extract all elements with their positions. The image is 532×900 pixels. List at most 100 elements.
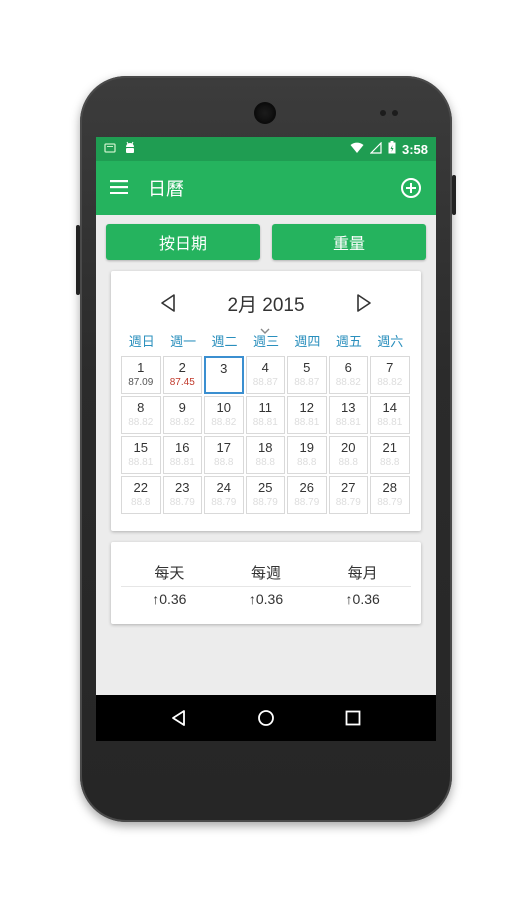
signal-icon [369, 141, 382, 157]
weekly-header: 每週 [251, 564, 282, 582]
day-weight: 88.8 [214, 457, 234, 468]
calendar-day-cell[interactable]: 18 88.8 [245, 436, 285, 474]
android-icon [124, 141, 136, 158]
calendar-day-cell[interactable]: 1 87.09 [121, 356, 161, 394]
calendar-day-cell[interactable]: 26 88.79 [287, 476, 327, 514]
calendar-day-cell[interactable]: 24 88.79 [204, 476, 244, 514]
weekday-label: 週二 [211, 335, 238, 350]
calendar-day-cell[interactable]: 2 87.45 [162, 356, 202, 394]
view-toggle: 按日期 重量 [96, 215, 436, 260]
calendar-day-cell[interactable]: 19 88.8 [287, 436, 327, 474]
monthly-value: 0.36 [352, 591, 380, 607]
notification-icon [104, 142, 116, 157]
calendar-day-cell[interactable]: 23 88.79 [162, 476, 202, 514]
day-number: 26 [299, 480, 314, 495]
day-number: 27 [341, 480, 356, 495]
daily-header: 每天 [154, 564, 185, 582]
day-number: 21 [382, 440, 397, 455]
day-weight: 88.87 [252, 377, 278, 388]
monthly-header: 每月 [347, 564, 378, 582]
day-weight: 88.8 [131, 497, 151, 508]
menu-icon[interactable] [110, 179, 128, 198]
day-weight: 88.79 [335, 497, 361, 508]
day-number: 25 [258, 480, 273, 495]
calendar-day-cell[interactable]: 20 88.8 [328, 436, 368, 474]
calendar-day-cell[interactable]: 8 88.82 [121, 396, 161, 434]
day-weight: 88.79 [294, 497, 320, 508]
day-weight: 88.79 [211, 497, 237, 508]
day-number: 18 [258, 440, 273, 455]
calendar-day-cell[interactable]: 10 88.82 [204, 396, 244, 434]
stats-headers: 每天 每週 每月 [111, 562, 421, 586]
calendar-day-cell[interactable]: 15 88.81 [121, 436, 161, 474]
status-bar: 3:58 [96, 137, 436, 161]
calendar-day-cell[interactable]: 25 88.79 [245, 476, 285, 514]
back-icon[interactable] [170, 709, 188, 727]
day-number: 2 [178, 360, 186, 375]
day-weight: 88.81 [377, 417, 403, 428]
status-time: 3:58 [401, 141, 428, 157]
day-number: 5 [303, 360, 311, 375]
day-weight: 88.82 [128, 417, 154, 428]
day-number: 10 [216, 400, 231, 415]
calendar-day-cell[interactable]: 22 88.8 [121, 476, 161, 514]
previous-month-icon[interactable] [159, 293, 177, 313]
month-label[interactable]: 2月 2015 [227, 290, 304, 317]
day-weight: 88.87 [294, 377, 320, 388]
proximity-sensor [380, 110, 386, 116]
day-weight: 87.09 [128, 377, 154, 388]
home-icon[interactable] [257, 709, 275, 727]
calendar-day-cell[interactable]: 28 88.79 [370, 476, 410, 514]
weekday-label: 週一 [170, 335, 197, 350]
calendar-day-cell[interactable]: 9 88.82 [162, 396, 202, 434]
weekday-label: 週六 [377, 335, 404, 350]
calendar-day-cell[interactable]: 16 88.81 [162, 436, 202, 474]
system-nav-bar [96, 695, 436, 741]
day-weight: 88.82 [377, 377, 403, 388]
calendar-day-cell[interactable]: 6 88.82 [328, 356, 368, 394]
day-number: 19 [299, 440, 314, 455]
calendar-day-cell[interactable]: 27 88.79 [328, 476, 368, 514]
day-number: 13 [341, 400, 356, 415]
page-title: 日曆 [148, 179, 184, 200]
calendar-day-cell[interactable]: 5 88.87 [287, 356, 327, 394]
by-date-button[interactable]: 按日期 [106, 224, 260, 260]
calendar-day-cell[interactable]: 4 88.87 [245, 356, 285, 394]
wifi-icon [350, 142, 364, 157]
day-number: 17 [216, 440, 231, 455]
calendar-day-cell[interactable]: 3 [204, 356, 244, 394]
next-month-icon[interactable] [355, 293, 373, 313]
calendar-day-cell[interactable]: 13 88.81 [328, 396, 368, 434]
day-weight: 88.8 [297, 457, 317, 468]
calendar-day-cell[interactable]: 12 88.81 [287, 396, 327, 434]
day-number: 3 [220, 361, 228, 376]
calendar-day-cell[interactable]: 14 88.81 [370, 396, 410, 434]
weight-button[interactable]: 重量 [272, 224, 426, 260]
calendar-day-cell[interactable]: 17 88.8 [204, 436, 244, 474]
day-number: 16 [175, 440, 190, 455]
calendar-day-cell[interactable]: 21 88.8 [370, 436, 410, 474]
day-weight: 87.45 [169, 377, 195, 388]
weekly-value: 0.36 [255, 591, 284, 607]
day-weight: 88.81 [294, 417, 320, 428]
monthly-change: ↑0.36 [314, 587, 411, 607]
day-weight: 88.8 [380, 457, 400, 468]
day-number: 14 [382, 400, 397, 415]
day-number: 22 [133, 480, 148, 495]
calendar-day-cell[interactable]: 11 88.81 [245, 396, 285, 434]
calendar-grid: 1 87.09 2 87.45 3 4 88.87 5 88.87 6 88.82 7 88.82 8 88… [111, 350, 421, 514]
day-weight: 88.81 [169, 457, 195, 468]
day-number: 8 [137, 400, 145, 415]
day-weight: 88.82 [211, 417, 237, 428]
month-navigator: 2月 2015 [111, 281, 421, 334]
day-weight: 88.8 [338, 457, 358, 468]
day-weight: 88.82 [169, 417, 195, 428]
chevron-down-icon[interactable] [260, 319, 270, 334]
add-circle-icon[interactable] [400, 177, 422, 199]
recents-icon[interactable] [344, 709, 362, 727]
day-number: 4 [261, 360, 269, 375]
power-button [452, 175, 456, 215]
calendar-day-cell[interactable]: 7 88.82 [370, 356, 410, 394]
battery-icon [388, 141, 396, 157]
weekday-label: 週五 [335, 335, 362, 350]
